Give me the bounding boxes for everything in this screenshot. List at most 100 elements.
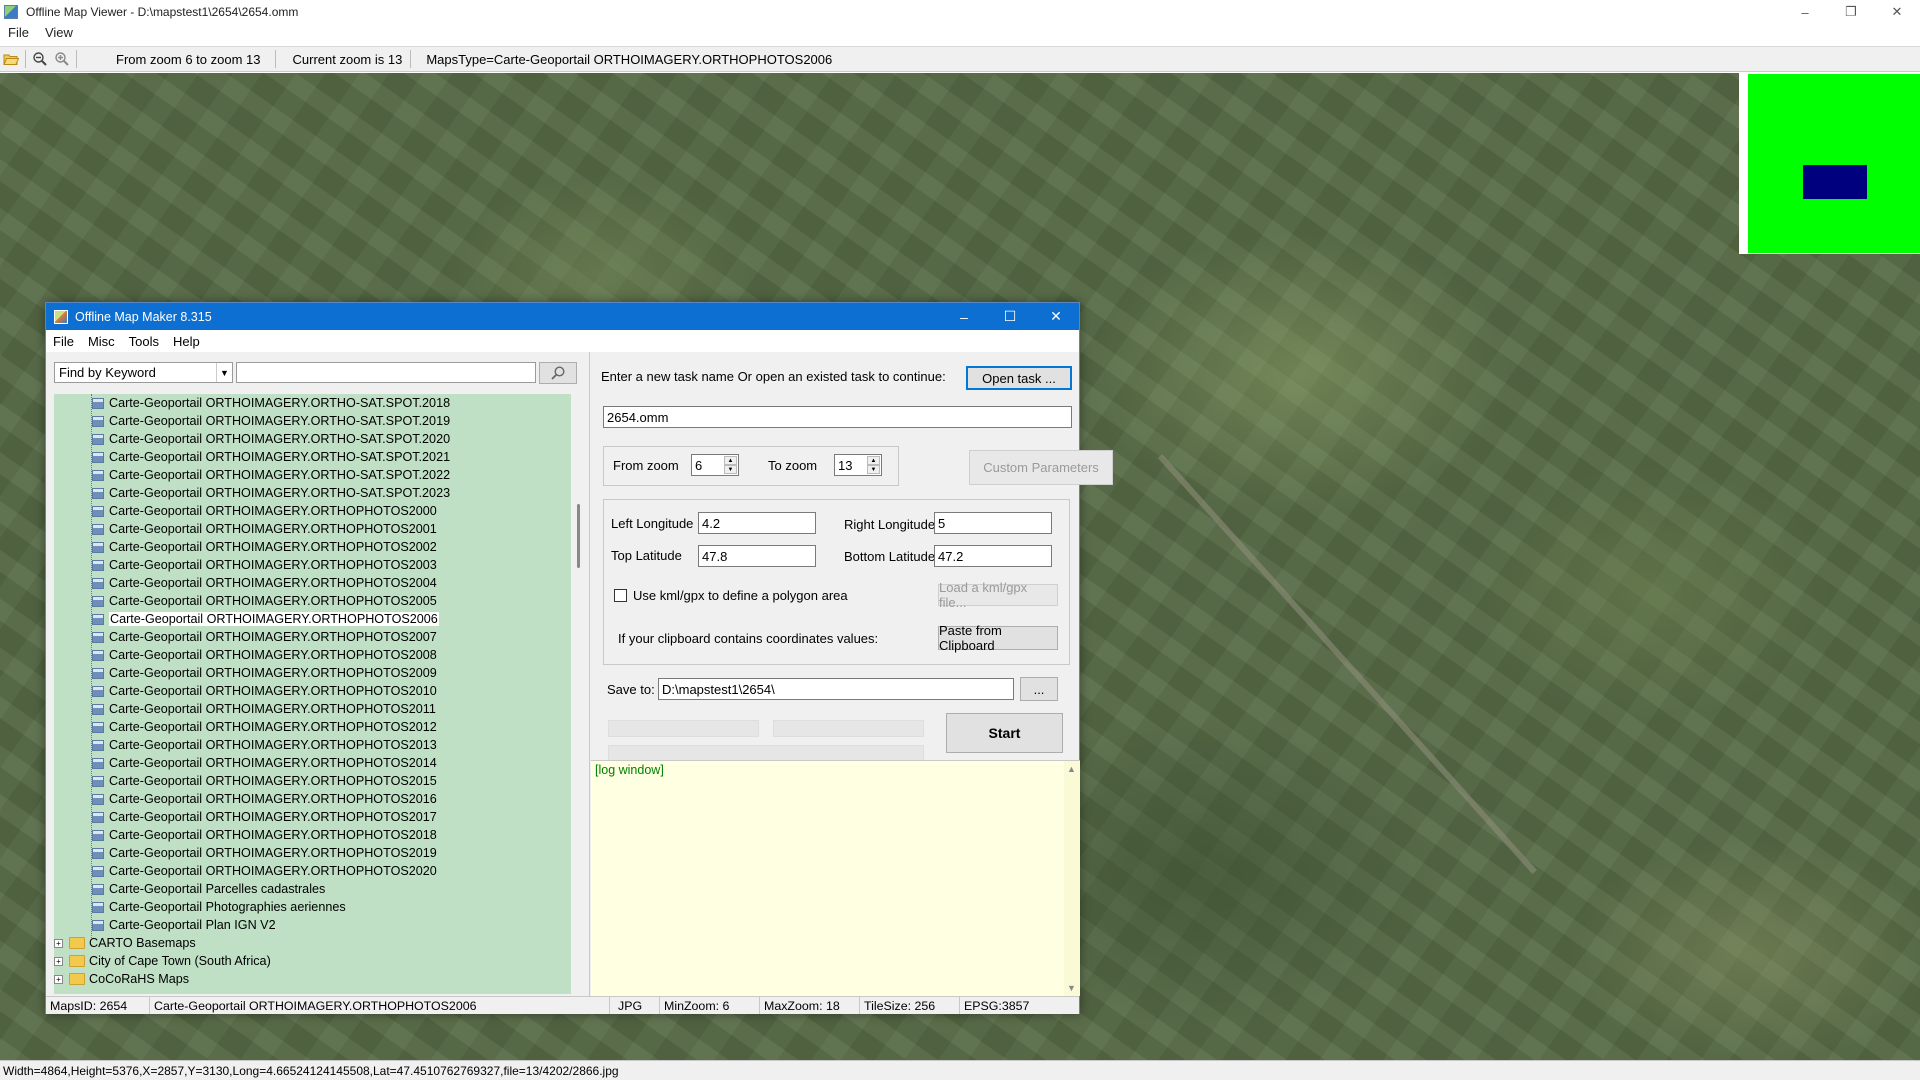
search-mode-select[interactable]: Find by Keyword ▼ <box>54 362 233 383</box>
paste-clipboard-button[interactable]: Paste from Clipboard <box>938 623 1058 653</box>
tree-item[interactable]: Carte-Geoportail ORTHOIMAGERY.ORTHOPHOTO… <box>54 862 571 880</box>
map-layer-icon <box>92 631 104 643</box>
tree-folder[interactable]: + City of Cape Town (South Africa) <box>54 952 571 970</box>
custom-parameters-button[interactable]: Custom Parameters <box>969 450 1113 485</box>
dialog-maximize-icon[interactable]: ☐ <box>987 303 1033 330</box>
tree-item[interactable]: Carte-Geoportail Parcelles cadastrales <box>54 880 571 898</box>
tree-item[interactable]: Carte-Geoportail Photographies aeriennes <box>54 898 571 916</box>
tree-item[interactable]: Carte-Geoportail ORTHOIMAGERY.ORTHO-SAT.… <box>54 466 571 484</box>
save-path-field[interactable]: D:\mapstest1\2654\ <box>658 678 1014 700</box>
overview-map[interactable] <box>1739 73 1920 254</box>
minimize-icon[interactable]: – <box>1782 0 1828 24</box>
search-icon <box>551 366 565 380</box>
expand-icon[interactable]: + <box>54 974 63 984</box>
load-kml-button[interactable]: Load a kml/gpx file... <box>938 580 1058 610</box>
window-title: Offline Map Viewer - D:\mapstest1\2654\2… <box>26 5 299 19</box>
tree-item[interactable]: Carte-Geoportail ORTHOIMAGERY.ORTHOPHOTO… <box>54 682 571 700</box>
tree-item[interactable]: Carte-Geoportail ORTHOIMAGERY.ORTHOPHOTO… <box>54 754 571 772</box>
dialog-app-icon <box>54 309 68 324</box>
from-zoom-stepper[interactable]: 6 ▲ ▼ <box>691 454 739 476</box>
dialog-title: Offline Map Maker 8.315 <box>75 309 212 324</box>
map-layer-icon <box>92 487 104 499</box>
spin-up-icon[interactable]: ▲ <box>867 456 880 465</box>
chevron-down-icon[interactable]: ▼ <box>216 363 232 382</box>
expand-icon[interactable]: + <box>54 938 63 948</box>
tree-item[interactable]: Carte-Geoportail ORTHOIMAGERY.ORTHO-SAT.… <box>54 394 571 412</box>
tree-item[interactable]: Carte-Geoportail ORTHOIMAGERY.ORTHOPHOTO… <box>54 592 571 610</box>
tree-item-label: Carte-Geoportail ORTHOIMAGERY.ORTHOPHOTO… <box>109 540 437 554</box>
browse-button[interactable]: ... <box>1020 677 1058 701</box>
to-zoom-stepper[interactable]: 13 ▲ ▼ <box>834 454 882 476</box>
tree-item[interactable]: Carte-Geoportail Plan IGN V2 <box>54 916 571 934</box>
close-icon[interactable]: ✕ <box>1874 0 1920 24</box>
tree-item[interactable]: Carte-Geoportail ORTHOIMAGERY.ORTHOPHOTO… <box>54 790 571 808</box>
tree-item[interactable]: Carte-Geoportail ORTHOIMAGERY.ORTHOPHOTO… <box>54 808 571 826</box>
zoom-out-icon[interactable] <box>29 48 51 70</box>
menu-view[interactable]: View <box>37 25 81 40</box>
tree-item[interactable]: Carte-Geoportail ORTHOIMAGERY.ORTHOPHOTO… <box>54 520 571 538</box>
menu-file[interactable]: File <box>0 25 37 40</box>
tree-item-label: Carte-Geoportail ORTHOIMAGERY.ORTHO-SAT.… <box>109 396 451 410</box>
tree-item[interactable]: Carte-Geoportail ORTHOIMAGERY.ORTHOPHOTO… <box>54 502 571 520</box>
dialog-menu-tools[interactable]: Tools <box>122 334 166 349</box>
dialog-close-icon[interactable]: ✕ <box>1033 303 1079 330</box>
tree-item[interactable]: Carte-Geoportail ORTHOIMAGERY.ORTHOPHOTO… <box>54 772 571 790</box>
tree-item[interactable]: Carte-Geoportail ORTHOIMAGERY.ORTHO-SAT.… <box>54 484 571 502</box>
tree-item-label: Carte-Geoportail ORTHOIMAGERY.ORTHOPHOTO… <box>109 666 437 680</box>
maps-tree[interactable]: Carte-Geoportail ORTHOIMAGERY.ORTHO-SAT.… <box>54 394 571 994</box>
tree-item[interactable]: Carte-Geoportail ORTHOIMAGERY.ORTHOPHOTO… <box>54 538 571 556</box>
tree-item-label: City of Cape Town (South Africa) <box>89 954 271 968</box>
dialog-menu-help[interactable]: Help <box>166 334 207 349</box>
tree-item[interactable]: Carte-Geoportail ORTHOIMAGERY.ORTHOPHOTO… <box>54 826 571 844</box>
top-latitude-field[interactable]: 47.8 <box>698 545 816 567</box>
tree-item[interactable]: Carte-Geoportail ORTHOIMAGERY.ORTHO-SAT.… <box>54 448 571 466</box>
tree-item[interactable]: Carte-Geoportail ORTHOIMAGERY.ORTHOPHOTO… <box>54 574 571 592</box>
log-window[interactable]: [log window] ▲ ▼ <box>591 760 1080 996</box>
right-longitude-field[interactable]: 5 <box>934 512 1052 534</box>
expand-icon[interactable]: + <box>54 956 63 966</box>
dialog-menu-file[interactable]: File <box>46 334 81 349</box>
tree-item[interactable]: Carte-Geoportail ORTHOIMAGERY.ORTHOPHOTO… <box>54 628 571 646</box>
tree-item-label: Carte-Geoportail ORTHOIMAGERY.ORTHOPHOTO… <box>109 864 437 878</box>
tree-item[interactable]: Carte-Geoportail ORTHOIMAGERY.ORTHO-SAT.… <box>54 430 571 448</box>
dialog-menu-misc[interactable]: Misc <box>81 334 122 349</box>
progress-bar-2 <box>773 720 924 737</box>
status-min-zoom: MinZoom: 6 <box>660 997 760 1014</box>
map-layer-icon <box>92 613 104 625</box>
tree-folder[interactable]: + CARTO Basemaps <box>54 934 571 952</box>
open-task-button[interactable]: Open task ... <box>966 366 1072 390</box>
search-button[interactable] <box>539 362 577 384</box>
restore-icon[interactable]: ❐ <box>1828 0 1874 24</box>
task-name-field[interactable]: 2654.omm <box>603 406 1072 428</box>
kml-polygon-checkbox[interactable] <box>614 589 627 602</box>
search-input[interactable] <box>236 362 536 383</box>
spin-down-icon[interactable]: ▼ <box>724 465 737 474</box>
overview-viewport[interactable] <box>1803 165 1867 199</box>
scroll-up-icon[interactable]: ▲ <box>1067 764 1076 774</box>
folder-open-icon[interactable] <box>0 48 22 70</box>
tree-item[interactable]: Carte-Geoportail ORTHOIMAGERY.ORTHOPHOTO… <box>54 718 571 736</box>
dialog-minimize-icon[interactable]: – <box>941 303 987 330</box>
log-scrollbar[interactable]: ▲ ▼ <box>1064 761 1080 996</box>
tree-item-label: CARTO Basemaps <box>89 936 196 950</box>
tree-item[interactable]: Carte-Geoportail ORTHOIMAGERY.ORTHOPHOTO… <box>54 610 571 628</box>
tree-item[interactable]: Carte-Geoportail ORTHOIMAGERY.ORTHOPHOTO… <box>54 700 571 718</box>
tree-item[interactable]: Carte-Geoportail ORTHOIMAGERY.ORTHOPHOTO… <box>54 556 571 574</box>
bottom-latitude-field[interactable]: 47.2 <box>934 545 1052 567</box>
tree-item[interactable]: Carte-Geoportail ORTHOIMAGERY.ORTHOPHOTO… <box>54 664 571 682</box>
spin-down-icon[interactable]: ▼ <box>867 465 880 474</box>
tree-item[interactable]: Carte-Geoportail ORTHOIMAGERY.ORTHO-SAT.… <box>54 412 571 430</box>
spin-up-icon[interactable]: ▲ <box>724 456 737 465</box>
left-longitude-field[interactable]: 4.2 <box>698 512 816 534</box>
zoom-in-icon[interactable] <box>51 48 73 70</box>
tree-folder[interactable]: + CoCoRaHS Maps <box>54 970 571 988</box>
start-button[interactable]: Start <box>946 713 1063 753</box>
tree-item[interactable]: Carte-Geoportail ORTHOIMAGERY.ORTHOPHOTO… <box>54 646 571 664</box>
map-layer-icon <box>92 649 104 661</box>
map-layer-icon <box>92 721 104 733</box>
scroll-down-icon[interactable]: ▼ <box>1067 983 1076 993</box>
tree-scrollbar[interactable] <box>572 394 588 994</box>
tree-scrollbar-thumb[interactable] <box>577 504 580 568</box>
tree-item[interactable]: Carte-Geoportail ORTHOIMAGERY.ORTHOPHOTO… <box>54 736 571 754</box>
tree-item[interactable]: Carte-Geoportail ORTHOIMAGERY.ORTHOPHOTO… <box>54 844 571 862</box>
